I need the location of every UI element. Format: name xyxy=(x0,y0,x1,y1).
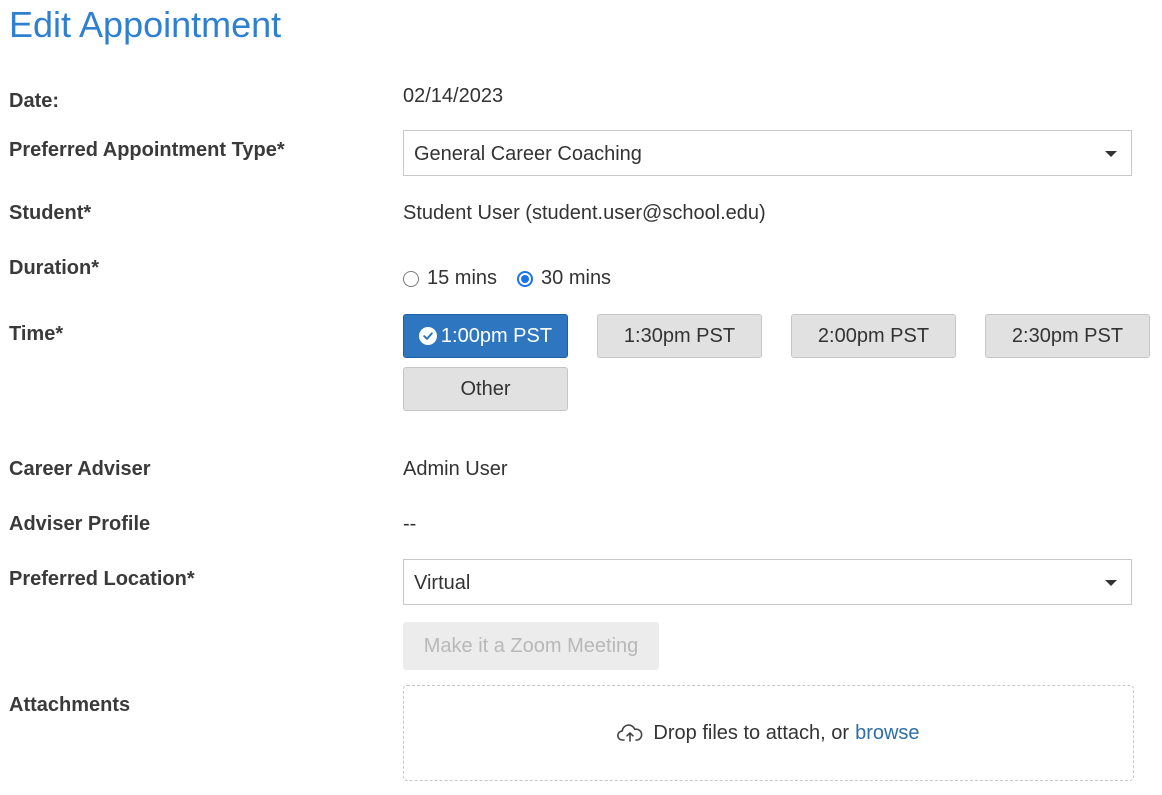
attachments-label: Attachments xyxy=(9,694,131,716)
time-slot-label: 2:00pm PST xyxy=(817,324,930,347)
duration-option-15[interactable]: 15 mins xyxy=(403,267,497,290)
time-label: Time* xyxy=(9,323,64,345)
dropzone-text: Drop files to attach, or xyxy=(653,721,850,744)
student-label: Student* xyxy=(9,202,92,224)
zoom-meeting-button[interactable]: Make it a Zoom Meeting xyxy=(403,622,659,670)
duration-radio-group: 15 mins 30 mins xyxy=(403,267,631,290)
time-slot-label: Other xyxy=(460,377,511,400)
adviser-profile-value: -- xyxy=(403,513,417,535)
time-slot-button[interactable]: 1:00pm PST xyxy=(403,314,568,358)
time-slot-label: 1:30pm PST xyxy=(623,324,736,347)
zoom-meeting-label: Make it a Zoom Meeting xyxy=(423,634,639,657)
career-adviser-label: Career Adviser xyxy=(9,458,151,480)
cloud-upload-icon xyxy=(617,723,643,743)
date-label: Date: xyxy=(9,90,60,112)
student-value: Student User (student.user@school.edu) xyxy=(403,202,766,224)
date-value: 02/14/2023 xyxy=(403,85,504,107)
duration-option-30[interactable]: 30 mins xyxy=(517,267,611,290)
check-circle-icon xyxy=(418,327,437,345)
duration-option-label: 15 mins xyxy=(427,267,498,289)
radio-unchecked-icon[interactable] xyxy=(403,270,419,287)
time-slot-label: 2:30pm PST xyxy=(1011,324,1124,347)
duration-label: Duration* xyxy=(9,257,99,279)
caret-down-icon xyxy=(1105,580,1117,586)
radio-checked-icon[interactable] xyxy=(517,270,534,287)
career-adviser-value: Admin User xyxy=(403,458,508,480)
time-slot-button[interactable]: 2:30pm PST xyxy=(985,314,1150,358)
preferred-location-select[interactable]: Virtual xyxy=(403,559,1132,605)
attachment-dropzone[interactable]: Drop files to attach, or browse xyxy=(403,685,1134,781)
browse-link[interactable]: browse xyxy=(855,722,919,745)
preferred-location-selected: Virtual xyxy=(414,572,471,594)
preferred-location-label: Preferred Location* xyxy=(9,568,195,590)
time-slot-button[interactable]: 1:30pm PST xyxy=(597,314,762,358)
duration-option-label: 30 mins xyxy=(541,267,612,289)
caret-down-icon xyxy=(1105,151,1117,157)
time-slot-button[interactable]: 2:00pm PST xyxy=(791,314,956,358)
time-slot-other-button[interactable]: Other xyxy=(403,367,568,411)
appointment-type-selected: General Career Coaching xyxy=(414,143,642,165)
page-title: Edit Appointment xyxy=(9,4,282,45)
time-slot-label: 1:00pm PST xyxy=(440,324,553,347)
adviser-profile-label: Adviser Profile xyxy=(9,513,151,535)
appointment-type-select[interactable]: General Career Coaching xyxy=(403,130,1132,176)
appointment-type-label: Preferred Appointment Type* xyxy=(9,139,285,161)
